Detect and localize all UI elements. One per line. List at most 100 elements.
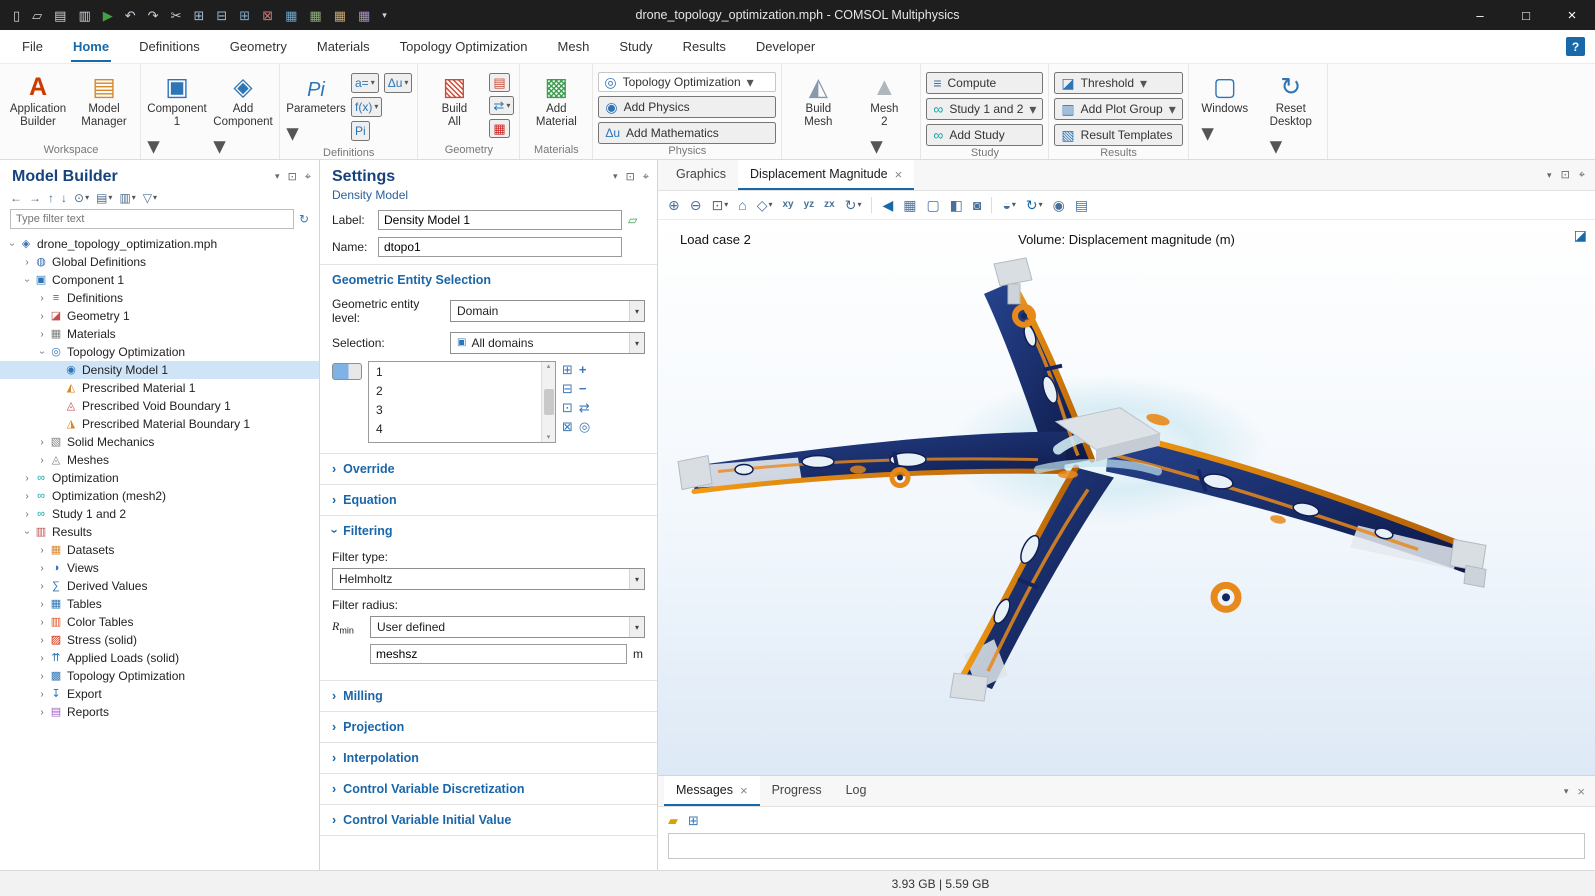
chevron-down-icon[interactable]: ▾ <box>629 333 644 353</box>
section-projection[interactable]: ›Projection <box>320 711 657 742</box>
application-builder-button[interactable]: AApplicationBuilder <box>7 67 69 143</box>
tree-expand-closed-icon[interactable]: › <box>21 473 33 484</box>
cut-icon[interactable]: ✂ <box>166 6 187 25</box>
copy-messages-icon[interactable]: ⊞ <box>688 814 699 827</box>
tree-expand-open-icon[interactable]: › <box>22 274 33 286</box>
menu-tab-mesh[interactable]: Mesh <box>556 31 592 62</box>
tree-item-applied-loads-solid[interactable]: ›⇈Applied Loads (solid) <box>0 649 319 667</box>
section-filtering[interactable]: › Filtering <box>320 515 657 546</box>
domain-list-item[interactable]: 1 <box>369 362 541 381</box>
close-icon[interactable]: × <box>1577 785 1585 798</box>
tree-item-global-definitions[interactable]: ›◍Global Definitions <box>0 253 319 271</box>
messages-output-box[interactable] <box>668 833 1585 859</box>
tree-item-export[interactable]: ›↧Export <box>0 685 319 703</box>
tree-expand-open-icon[interactable]: › <box>22 526 33 538</box>
domain-selection-list[interactable]: 1234 ▴ ▾ <box>368 361 556 443</box>
component-1-button[interactable]: ▣Component1 ▾ <box>146 67 208 159</box>
parameter-case-button[interactable]: Pi <box>351 121 370 141</box>
selection-dropdown[interactable]: ▣ All domains ▾ <box>450 332 645 354</box>
windows-button[interactable]: ▢Windows ▾ <box>1194 67 1256 159</box>
tree-expand-closed-icon[interactable]: › <box>36 671 48 682</box>
tree-expand-closed-icon[interactable]: › <box>36 581 48 592</box>
save-icon[interactable]: ▤ <box>49 6 71 25</box>
tree-expand-closed-icon[interactable]: › <box>36 545 48 556</box>
insert-sequence-button[interactable]: ▤ <box>489 73 509 92</box>
nonlocal-couplings-button[interactable]: Δu▾ <box>384 73 413 93</box>
menu-tab-developer[interactable]: Developer <box>754 31 817 62</box>
domain-list-item[interactable]: 4 <box>369 419 541 438</box>
add-study-button[interactable]: ∞Add Study <box>926 124 1043 146</box>
view-zx-button[interactable]: zx <box>824 200 835 210</box>
menu-tab-geometry[interactable]: Geometry <box>228 31 289 62</box>
tree-item-views[interactable]: ›◑Views <box>0 559 319 577</box>
tree-item-reports[interactable]: ›▤Reports <box>0 703 319 721</box>
paste-selection-icon[interactable]: ⊟ <box>562 382 573 395</box>
tree-expand-closed-icon[interactable]: › <box>36 617 48 628</box>
tab-messages[interactable]: Messages× <box>664 776 760 806</box>
snapshot-button[interactable]: ◉ <box>1053 198 1065 212</box>
scrollbar-thumb[interactable] <box>544 389 554 415</box>
panel-menu-icon[interactable]: ▾ <box>613 172 618 183</box>
tree-expand-open-icon[interactable]: › <box>7 238 18 250</box>
entity-level-dropdown[interactable]: Domain ▾ <box>450 300 645 322</box>
tree-item-optimization[interactable]: ›∞Optimization <box>0 469 319 487</box>
menu-tab-topology-optimization[interactable]: Topology Optimization <box>398 31 530 62</box>
name-field[interactable] <box>378 237 622 257</box>
tree-expand-closed-icon[interactable]: › <box>36 437 48 448</box>
close-tab-icon[interactable]: × <box>740 784 748 797</box>
build-all-button[interactable]: ▧BuildAll <box>423 67 485 143</box>
collapse-all-button[interactable]: ▤▾ <box>96 192 112 204</box>
menu-tab-materials[interactable]: Materials <box>315 31 372 62</box>
refresh-icon[interactable]: ↻ <box>299 213 309 225</box>
float-panel-icon[interactable]: ⊡ <box>1561 170 1570 181</box>
scene-light-button[interactable]: ◀ <box>882 198 893 212</box>
deactivate-selection-icon[interactable]: ⊠ <box>562 420 573 433</box>
panel-menu-icon[interactable]: ▾ <box>1564 787 1569 796</box>
tree-expand-closed-icon[interactable]: › <box>36 455 48 466</box>
tree-expand-closed-icon[interactable]: › <box>36 653 48 664</box>
move-down-button[interactable]: ↓ <box>61 192 67 204</box>
pin-panel-icon[interactable]: ⌖ <box>643 172 649 183</box>
new-icon[interactable]: ▯ <box>8 6 25 25</box>
filter-type-dropdown[interactable]: Helmholtz ▾ <box>332 568 645 590</box>
lock-view-button[interactable]: ◙ <box>973 198 981 212</box>
add-material-button[interactable]: ▩AddMaterial <box>525 67 587 143</box>
menu-tab-results[interactable]: Results <box>681 31 728 62</box>
tree-item-solid-mechanics[interactable]: ›▧Solid Mechanics <box>0 433 319 451</box>
section-control-variable-initial-value[interactable]: ›Control Variable Initial Value <box>320 804 657 835</box>
domain-list-item[interactable]: 3 <box>369 400 541 419</box>
tab-progress[interactable]: Progress <box>760 776 834 806</box>
add-physics-button[interactable]: ◉Add Physics <box>598 96 776 118</box>
tree-item-density-model-1[interactable]: ◉Density Model 1 <box>0 361 319 379</box>
section-control-variable-discretization[interactable]: ›Control Variable Discretization <box>320 773 657 804</box>
result-templates-button[interactable]: ▧Result Templates <box>1054 124 1182 146</box>
panel-menu-icon[interactable]: ▾ <box>1547 171 1552 180</box>
clear-messages-icon[interactable]: ▰ <box>668 814 678 827</box>
graphics-canvas[interactable]: Load case 2 Volume: Displacement magnitu… <box>658 220 1595 775</box>
zoom-extents-button[interactable]: ⊡▾ <box>711 198 728 212</box>
list-scrollbar[interactable]: ▴ ▾ <box>541 362 555 442</box>
tree-item-prescribed-material-1[interactable]: ◭Prescribed Material 1 <box>0 379 319 397</box>
reset-desktop-button[interactable]: ↻ResetDesktop ▾ <box>1260 67 1322 159</box>
chevron-down-icon[interactable]: ▾ <box>629 569 644 589</box>
study-1-and-2-button[interactable]: ∞Study 1 and 2▾ <box>926 98 1043 120</box>
model-manager-button[interactable]: ▤ModelManager <box>73 67 135 143</box>
selection-active-toggle[interactable] <box>332 363 362 380</box>
tree-expand-closed-icon[interactable]: › <box>21 509 33 520</box>
print-button[interactable]: ▤ <box>1075 198 1088 212</box>
tree-item-tables[interactable]: ›▦Tables <box>0 595 319 613</box>
tree-item-study-1-and-2[interactable]: ›∞Study 1 and 2 <box>0 505 319 523</box>
undo-icon[interactable]: ↶ <box>120 6 141 25</box>
tree-item-prescribed-material-boundary-1[interactable]: ◮Prescribed Material Boundary 1 <box>0 415 319 433</box>
clip-planes-button[interactable]: ◧ <box>950 198 963 212</box>
update-plot-button[interactable]: ↻▾ <box>1026 198 1043 212</box>
tree-item-datasets[interactable]: ›▦Datasets <box>0 541 319 559</box>
tree-expand-closed-icon[interactable]: › <box>21 491 33 502</box>
environment-button[interactable]: ◒▾ <box>1002 198 1015 212</box>
measure-button[interactable]: ▦ <box>489 119 509 138</box>
wireframe-button[interactable]: ▢ <box>927 198 940 212</box>
filter-radius-input[interactable] <box>370 644 627 664</box>
rotate-view-button[interactable]: ↻▾ <box>845 198 862 212</box>
tree-item-geometry-1[interactable]: ›◪Geometry 1 <box>0 307 319 325</box>
show-selection-icon[interactable]: ◎ <box>579 420 590 433</box>
